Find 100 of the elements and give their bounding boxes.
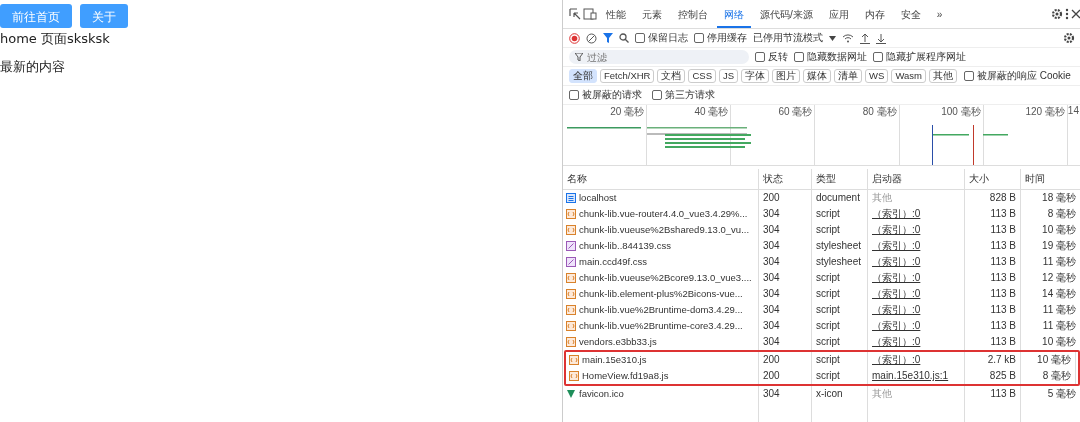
file-name[interactable]: chunk-lib.element-plus%2Bicons-vue... xyxy=(579,286,743,302)
panel-tab[interactable]: 控制台 xyxy=(671,0,715,28)
panel-tab[interactable]: 网络 xyxy=(717,0,751,28)
table-cell: 828 B xyxy=(965,190,1021,206)
type-filter-chip[interactable]: CSS xyxy=(688,69,716,83)
checkbox-option[interactable]: 停用缓存 xyxy=(694,31,747,45)
panel-tab[interactable]: 内存 xyxy=(857,0,892,28)
initiator-link[interactable]: （索引）:0 xyxy=(868,286,965,302)
initiator-link[interactable]: （索引）:0 xyxy=(868,270,965,286)
type-filter-chip[interactable]: 全部 xyxy=(569,69,597,83)
initiator-link[interactable]: main.15e310.js:1 xyxy=(868,368,965,384)
table-cell: 304 xyxy=(759,302,812,318)
panel-tab[interactable]: 源代码/来源 xyxy=(753,0,820,28)
file-name[interactable]: HomeView.fd19a8.js xyxy=(582,368,669,384)
checkbox-option[interactable]: 保留日志 xyxy=(635,31,688,45)
table-cell: 113 B xyxy=(965,386,1021,402)
table-cell: 11 毫秒 xyxy=(1021,254,1080,270)
device-icon[interactable] xyxy=(583,8,597,20)
table-cell: script xyxy=(812,352,868,368)
initiator-link[interactable]: （索引）:0 xyxy=(868,238,965,254)
more-icon[interactable] xyxy=(1065,8,1069,20)
table-cell: document xyxy=(812,190,868,206)
table-cell: 8 毫秒 xyxy=(1021,206,1080,222)
throttle-dropdown[interactable]: 已停用节流模式 xyxy=(753,31,823,45)
column-header[interactable]: 名称 xyxy=(563,169,759,189)
checkbox-option[interactable]: 隐藏扩展程序网址 xyxy=(873,50,966,64)
initiator-link[interactable]: （索引）:0 xyxy=(868,318,965,334)
file-name[interactable]: favicon.ico xyxy=(579,386,624,402)
wifi-icon[interactable] xyxy=(842,33,854,43)
file-name[interactable]: main.ccd49f.css xyxy=(579,254,648,270)
table-cell: 12 毫秒 xyxy=(1021,270,1080,286)
panel-tab[interactable]: 安全 xyxy=(893,0,928,28)
file-name[interactable]: chunk-lib..844139.css xyxy=(579,238,671,254)
column-header[interactable]: 大小 xyxy=(965,169,1021,189)
panel-tab[interactable]: 元素 xyxy=(635,0,669,28)
file-name[interactable]: localhost xyxy=(579,190,617,206)
search-icon[interactable] xyxy=(619,33,629,43)
column-header[interactable]: 类型 xyxy=(812,169,868,189)
type-filter-chip[interactable]: 媒体 xyxy=(803,69,832,83)
table-cell: 113 B xyxy=(965,222,1021,238)
table-cell: 304 xyxy=(759,386,812,402)
record-icon[interactable] xyxy=(569,32,580,44)
settings-icon[interactable] xyxy=(1051,8,1063,20)
type-filter-chip[interactable]: 文档 xyxy=(657,69,686,83)
type-filter-chip[interactable]: Fetch/XHR xyxy=(600,69,655,83)
page-text: 最新的内容 xyxy=(0,58,66,76)
script-file-icon xyxy=(569,371,579,381)
type-filter-chip[interactable]: 清单 xyxy=(834,69,863,83)
file-name[interactable]: chunk-lib.vue-router4.4.0_vue3.4.29%... xyxy=(579,206,748,222)
type-filter-chip[interactable]: 图片 xyxy=(772,69,801,83)
upload-icon[interactable] xyxy=(860,32,870,44)
download-icon[interactable] xyxy=(876,32,886,44)
clear-icon[interactable] xyxy=(586,32,597,44)
type-filter-chip[interactable]: JS xyxy=(719,69,739,83)
initiator-link[interactable]: （索引）:0 xyxy=(868,334,965,350)
table-cell: 其他 xyxy=(868,190,965,206)
column-header[interactable]: 时间 xyxy=(1021,169,1080,189)
initiator-link[interactable]: （索引）:0 xyxy=(868,254,965,270)
file-name[interactable]: chunk-lib.vueuse%2Bcore9.13.0_vue3.... xyxy=(579,270,752,286)
checkbox-option[interactable]: 被屏蔽的响应 Cookie xyxy=(964,69,1071,83)
file-name[interactable]: main.15e310.js xyxy=(582,352,647,368)
timeline-tick: 100 毫秒 xyxy=(941,106,981,117)
table-cell: 113 B xyxy=(965,254,1021,270)
table-cell: 113 B xyxy=(965,318,1021,334)
panel-tab[interactable]: » xyxy=(929,0,950,28)
checkbox-option[interactable]: 被屏蔽的请求 xyxy=(569,88,642,102)
type-filter-chip[interactable]: 字体 xyxy=(741,69,770,83)
caret-icon[interactable] xyxy=(829,35,836,41)
initiator-link[interactable]: （索引）:0 xyxy=(868,206,965,222)
close-icon[interactable] xyxy=(1071,9,1080,19)
table-cell: 304 xyxy=(759,254,812,270)
type-filter-chip[interactable]: WS xyxy=(865,69,889,83)
initiator-link[interactable]: （索引）:0 xyxy=(868,222,965,238)
file-name[interactable]: chunk-lib.vueuse%2Bshared9.13.0_vu... xyxy=(579,222,750,238)
inspect-icon[interactable] xyxy=(569,8,581,20)
initiator-link[interactable]: （索引）:0 xyxy=(868,352,965,368)
file-name[interactable]: chunk-lib.vue%2Bruntime-core3.4.29... xyxy=(579,318,743,334)
initiator-link[interactable]: （索引）:0 xyxy=(868,302,965,318)
table-cell: 18 毫秒 xyxy=(1021,190,1080,206)
table-cell: 304 xyxy=(759,206,812,222)
table-cell: 10 毫秒 xyxy=(1021,222,1080,238)
panel-tab[interactable]: 应用 xyxy=(821,0,856,28)
file-name[interactable]: chunk-lib.vue%2Bruntime-dom3.4.29... xyxy=(579,302,743,318)
script-file-icon xyxy=(569,355,579,365)
settings-icon[interactable] xyxy=(1063,32,1075,44)
table-cell: 113 B xyxy=(965,286,1021,302)
column-header[interactable]: 启动器 xyxy=(868,169,965,189)
filter-field[interactable]: 过滤 xyxy=(569,50,749,64)
checkbox-option[interactable]: 反转 xyxy=(755,50,788,64)
file-name[interactable]: vendors.e3bb33.js xyxy=(579,334,657,350)
type-filter-chip[interactable]: 其他 xyxy=(929,69,957,83)
script-file-icon xyxy=(566,225,576,235)
type-filter-chip[interactable]: Wasm xyxy=(891,69,926,83)
checkbox-option[interactable]: 第三方请求 xyxy=(652,88,715,102)
script-file-icon xyxy=(566,209,576,219)
panel-tab[interactable]: 性能 xyxy=(599,0,633,28)
filter-icon[interactable] xyxy=(603,33,613,43)
script-file-icon xyxy=(566,305,576,315)
column-header[interactable]: 状态 xyxy=(759,169,812,189)
checkbox-option[interactable]: 隐藏数据网址 xyxy=(794,50,867,64)
